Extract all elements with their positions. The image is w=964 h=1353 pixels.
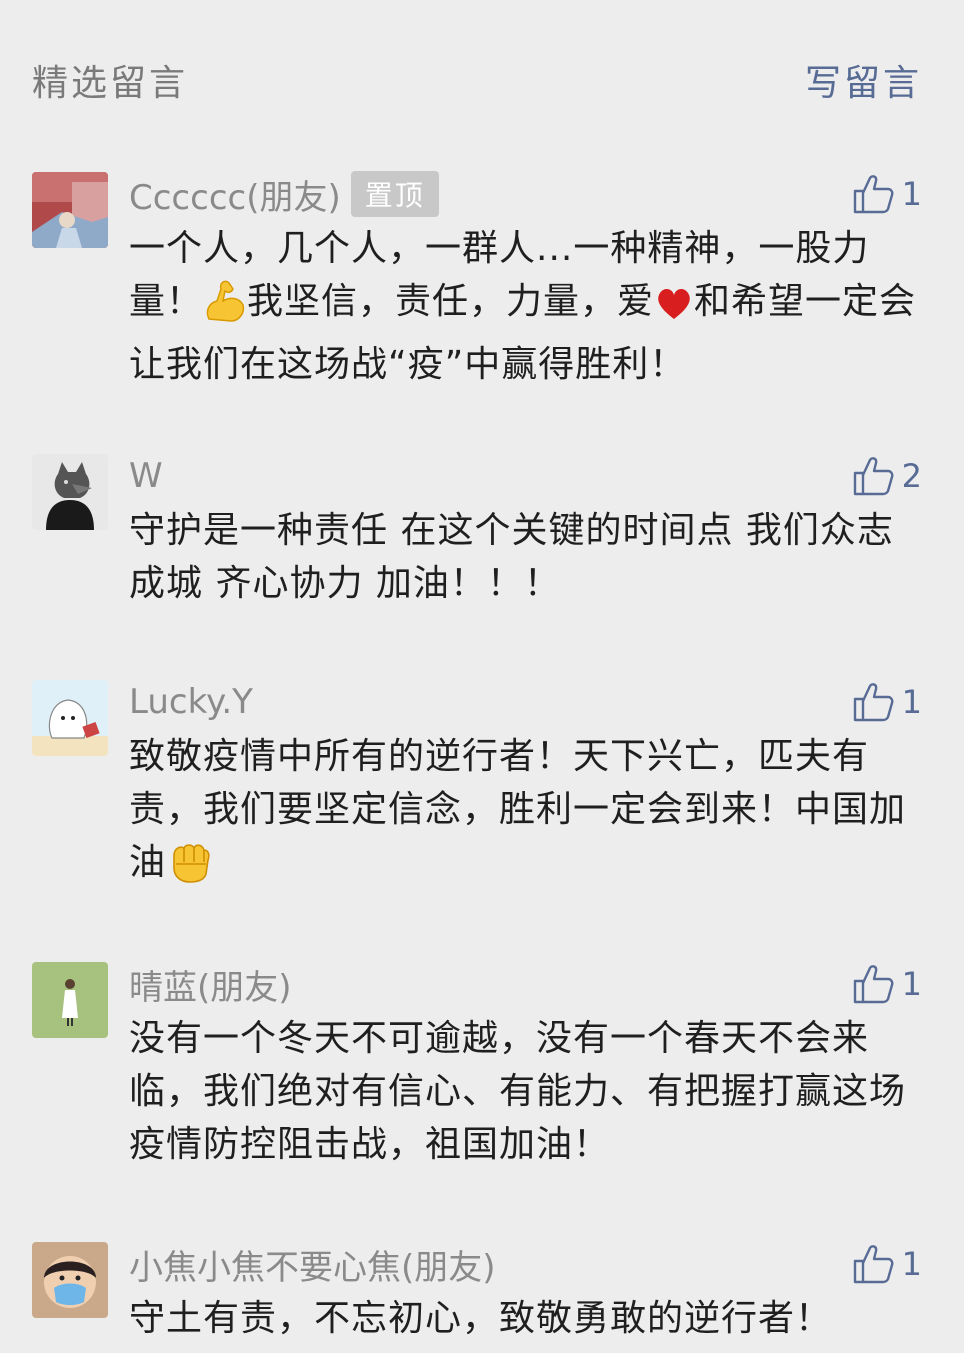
featured-comments-title: 精选留言	[32, 63, 189, 104]
comment-text-part: 我坚信，责任，力量，爱	[247, 281, 655, 322]
avatar[interactable]	[32, 454, 108, 530]
like-count: 1	[901, 683, 922, 721]
comments-header: 精选留言 写留言	[0, 0, 964, 150]
comment-text: 守土有责，不忘初心，致敬勇敢的逆行者！	[129, 1298, 833, 1339]
thumbs-up-icon	[853, 1245, 894, 1284]
red-heart-icon	[654, 283, 694, 338]
like-count: 2	[901, 457, 922, 495]
nickname[interactable]: Cccccc(朋友)	[129, 170, 341, 219]
like-count: 1	[901, 175, 922, 213]
comment-header: 小焦小焦不要心焦(朋友)	[129, 1240, 496, 1289]
comment-header: Cccccc(朋友) 置顶	[129, 170, 439, 219]
comment-text: 没有一个冬天不可逾越，没有一个春天不会来临，我们绝对有信心、有能力、有把握打赢这…	[129, 1018, 907, 1165]
comment-item: Lucky.Y 1 致敬疫情中所有的逆行者！天下兴亡，匹夫有责，我们要坚定信念，…	[0, 680, 964, 900]
like-button[interactable]: 2	[852, 454, 922, 498]
nickname[interactable]: 晴蓝(朋友)	[129, 960, 292, 1009]
comment-text: 一个人，几个人，一群人...一种精神，一股力量！ 我坚信，责任，力量，爱 和希望一定…	[129, 222, 924, 391]
comment-item: 晴蓝(朋友) 1 没有一个冬天不可逾越，没有一个春天不会来临，我们绝对有信心、有…	[0, 962, 964, 1182]
nickname[interactable]: 小焦小焦不要心焦(朋友)	[129, 1240, 496, 1289]
like-count: 1	[901, 1245, 922, 1283]
like-button[interactable]: 1	[852, 962, 922, 1006]
thumbs-up-icon	[853, 683, 894, 722]
raised-fist-icon	[166, 838, 212, 899]
comment-item: W 2 守护是一种责任 在这个关键的时间点 我们众志成城 齐心协力 加油！！！	[0, 454, 964, 614]
comment-header: Lucky.Y	[129, 680, 253, 724]
avatar[interactable]	[32, 962, 108, 1038]
thumbs-up-icon	[853, 175, 894, 214]
thumbs-up-icon	[853, 965, 894, 1004]
comment-text-part: 致敬疫情中所有的逆行者！天下兴亡，匹夫有责，我们要坚定信念，胜利一定会到来！中国…	[129, 736, 907, 883]
thumbs-up-icon	[853, 457, 894, 496]
avatar[interactable]	[32, 680, 108, 756]
comment-header: W	[129, 454, 163, 498]
write-comment-button[interactable]: 写留言	[805, 54, 922, 106]
comment-header: 晴蓝(朋友)	[129, 960, 292, 1009]
like-count: 1	[901, 965, 922, 1003]
comment-item: Cccccc(朋友) 置顶 1 一个人，几个人，一群人...一种精神，一股力量！…	[0, 170, 964, 392]
nickname[interactable]: W	[129, 456, 163, 496]
like-button[interactable]: 1	[852, 680, 922, 724]
like-button[interactable]: 1	[852, 172, 922, 216]
flexed-biceps-icon	[203, 275, 247, 338]
pinned-badge: 置顶	[350, 171, 439, 217]
like-button[interactable]: 1	[852, 1242, 922, 1286]
comment-text: 致敬疫情中所有的逆行者！天下兴亡，匹夫有责，我们要坚定信念，胜利一定会到来！中国…	[129, 730, 924, 899]
nickname[interactable]: Lucky.Y	[129, 682, 253, 722]
comment-item: 小焦小焦不要心焦(朋友) 1 守土有责，不忘初心，致敬勇敢的逆行者！	[0, 1242, 964, 1353]
comment-text: 守护是一种责任 在这个关键的时间点 我们众志成城 齐心协力 加油！！！	[129, 510, 894, 604]
avatar[interactable]	[32, 1242, 108, 1318]
avatar[interactable]	[32, 172, 108, 248]
